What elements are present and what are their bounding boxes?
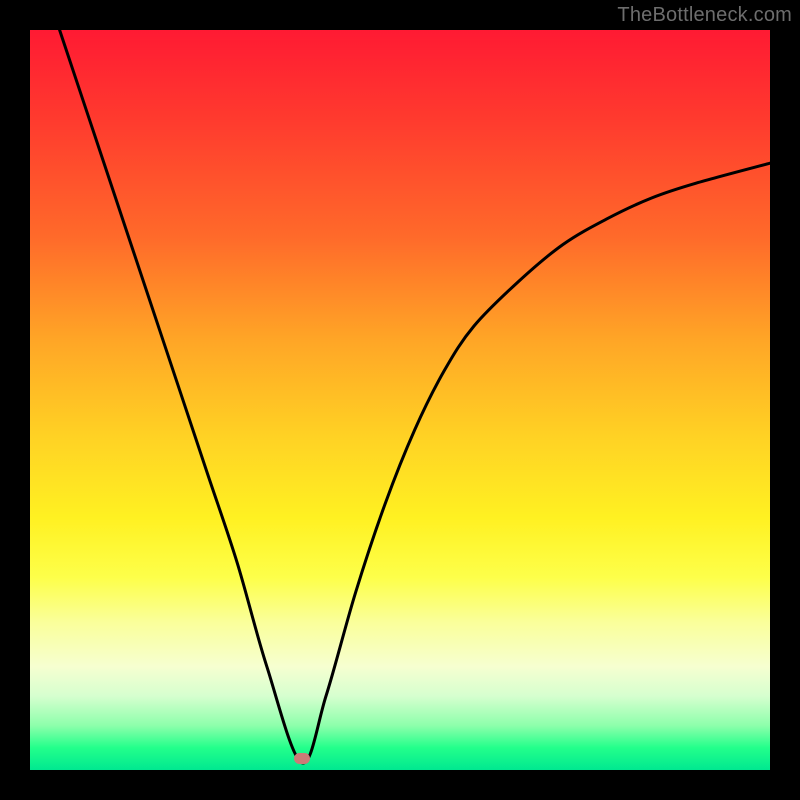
plot-area — [30, 30, 770, 770]
optimum-marker — [294, 753, 310, 764]
bottleneck-curve — [60, 30, 770, 763]
curve-svg — [30, 30, 770, 770]
watermark-text: TheBottleneck.com — [617, 4, 792, 27]
chart-stage: TheBottleneck.com — [0, 0, 800, 800]
